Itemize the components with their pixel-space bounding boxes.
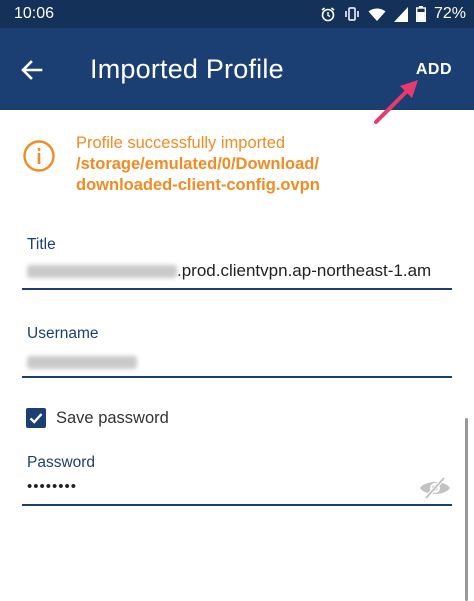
battery-icon bbox=[415, 6, 426, 22]
redacted-text bbox=[27, 265, 177, 279]
page-title: Imported Profile bbox=[90, 54, 284, 84]
alarm-icon bbox=[320, 6, 336, 22]
eye-off-icon bbox=[420, 476, 450, 500]
title-label: Title bbox=[27, 236, 56, 253]
battery-percent: 72% bbox=[433, 5, 466, 22]
vibrate-icon bbox=[344, 6, 360, 22]
password-field[interactable]: Password •••••••• bbox=[22, 454, 452, 510]
password-input[interactable]: •••••••• bbox=[27, 478, 77, 495]
info-icon bbox=[23, 140, 55, 172]
username-input[interactable] bbox=[27, 352, 137, 372]
title-value: .prod.clientvpn.ap-northeast-1.am bbox=[177, 261, 432, 280]
title-underline bbox=[22, 288, 452, 290]
checkbox-checked-icon[interactable] bbox=[26, 408, 46, 428]
status-bar: 10:06 72% bbox=[0, 0, 474, 28]
notice-message: Profile successfully imported bbox=[76, 134, 286, 152]
back-arrow-icon bbox=[21, 60, 43, 80]
signal-icon bbox=[393, 6, 408, 22]
username-field[interactable]: Username bbox=[22, 325, 452, 381]
username-underline bbox=[22, 376, 452, 378]
back-button[interactable] bbox=[14, 52, 50, 88]
notice-path-line1: /storage/emulated/0/Download/ bbox=[76, 155, 319, 173]
password-label: Password bbox=[27, 454, 96, 471]
notice-path-line2: downloaded-client-config.ovpn bbox=[76, 176, 320, 194]
title-input[interactable]: .prod.clientvpn.ap-northeast-1.am bbox=[27, 261, 431, 281]
password-visibility-toggle[interactable] bbox=[418, 476, 452, 505]
status-time: 10:06 bbox=[14, 5, 55, 22]
save-password-checkbox[interactable]: Save password bbox=[26, 408, 169, 428]
username-label: Username bbox=[27, 325, 99, 342]
status-icons: 72% bbox=[320, 5, 466, 23]
wifi-icon bbox=[368, 7, 386, 22]
scrollbar[interactable] bbox=[465, 418, 468, 601]
save-password-label: Save password bbox=[56, 408, 169, 427]
notice-text: Profile successfully imported /storage/e… bbox=[76, 133, 320, 196]
redacted-text bbox=[27, 356, 137, 370]
password-underline bbox=[22, 504, 452, 506]
title-field[interactable]: Title .prod.clientvpn.ap-northeast-1.am bbox=[22, 236, 452, 292]
annotation-arrow-icon bbox=[374, 80, 418, 124]
